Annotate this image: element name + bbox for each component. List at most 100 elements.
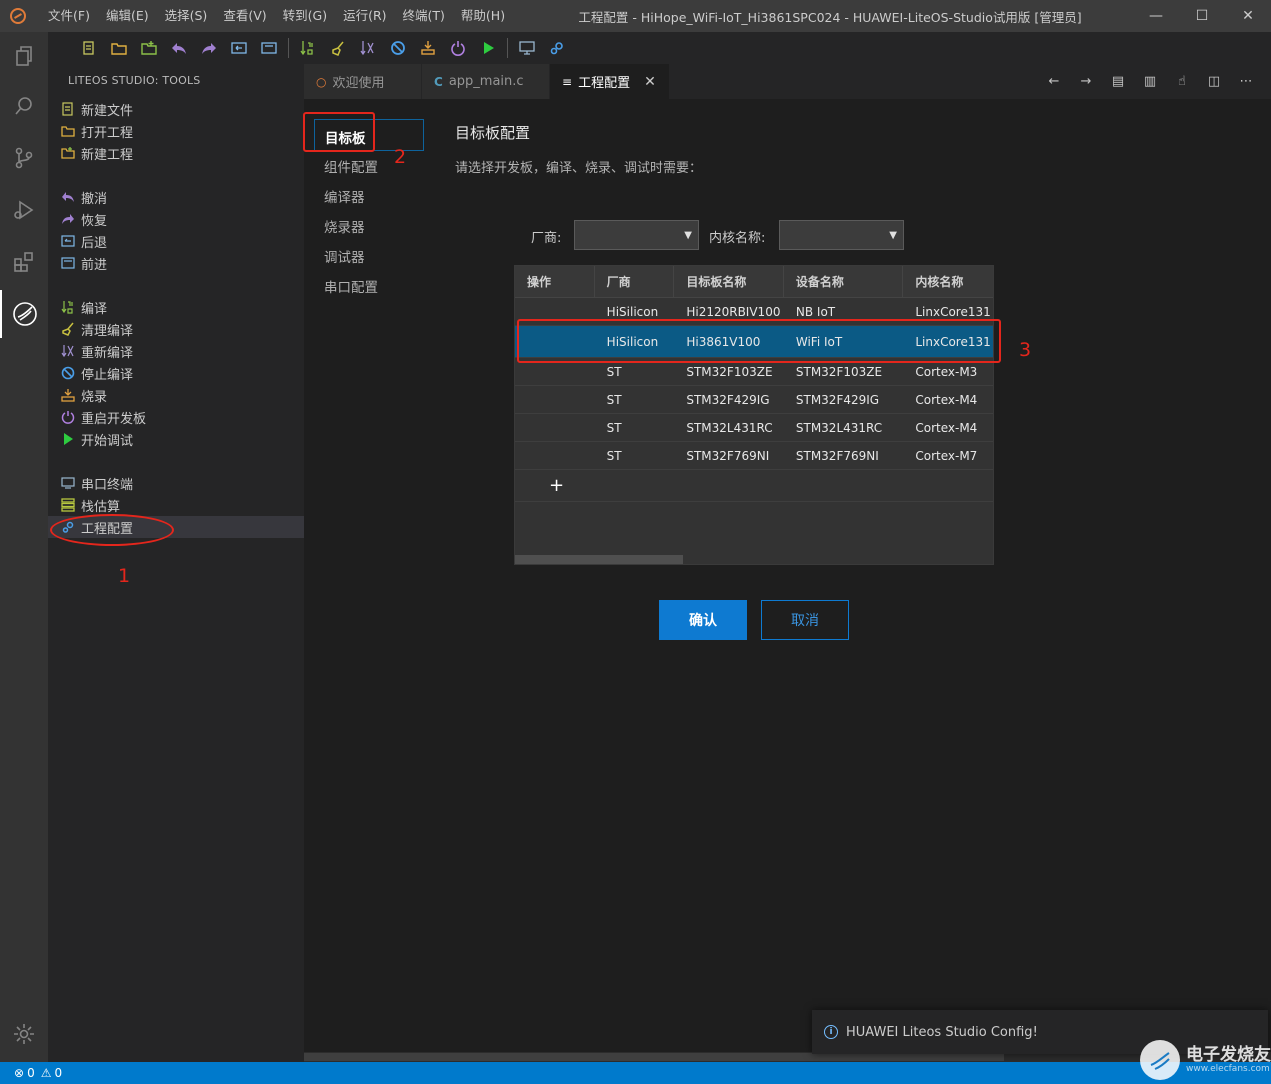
warning-count[interactable]: 0 [54, 1066, 62, 1080]
back-icon[interactable] [224, 34, 254, 62]
confirm-button[interactable]: 确认 [659, 600, 747, 640]
config-icon[interactable] [542, 34, 572, 62]
sidebar-item-forward[interactable]: 前进 [48, 252, 304, 274]
sidebar-item-label: 重新编译 [81, 345, 134, 361]
watermark-logo-icon [1140, 1040, 1180, 1080]
sidebar-item-rebuild[interactable]: 重新编译 [48, 340, 304, 362]
serial-terminal-icon[interactable] [512, 34, 542, 62]
book-icon[interactable]: ▥ [1137, 69, 1163, 95]
sidebar-item-clean[interactable]: 清理编译 [48, 318, 304, 340]
annotation-box-3 [517, 319, 1001, 363]
sidebar-item-stack-estimate[interactable]: 栈估算 [48, 494, 304, 516]
close-icon[interactable]: ✕ [644, 74, 656, 90]
table-row[interactable]: ST STM32F429IG STM32F429IG Cortex-M4 [515, 386, 993, 414]
menu-help[interactable]: 帮助(H) [453, 0, 513, 32]
config-nav-serial[interactable]: 串口配置 [324, 276, 378, 296]
menu-terminal[interactable]: 终端(T) [395, 0, 453, 32]
menu-run[interactable]: 运行(R) [335, 0, 394, 32]
notification-text: HUAWEI Liteos Studio Config! [846, 1024, 1038, 1040]
window-title: 工程配置 - HiHope_WiFi-IoT_Hi3861SPC024 - HU… [578, 9, 1082, 25]
maximize-button[interactable]: ☐ [1179, 0, 1225, 32]
error-count[interactable]: 0 [27, 1066, 35, 1080]
menu-selection[interactable]: 选择(S) [157, 0, 216, 32]
scrollbar-thumb[interactable] [304, 1053, 1004, 1061]
config-nav-components[interactable]: 组件配置 [324, 156, 378, 176]
power-icon[interactable] [443, 34, 473, 62]
extensions-icon[interactable] [0, 238, 48, 286]
warning-icon[interactable]: ⚠ [41, 1066, 52, 1080]
tab-app-main[interactable]: C app_main.c [422, 64, 550, 99]
rebuild-icon[interactable] [353, 34, 383, 62]
config-nav-compiler[interactable]: 编译器 [324, 186, 365, 206]
stop-icon[interactable] [383, 34, 413, 62]
close-window-button[interactable]: ✕ [1225, 0, 1271, 32]
minimize-button[interactable]: — [1133, 0, 1179, 32]
run-debug-icon[interactable] [0, 186, 48, 234]
sidebar-item-back[interactable]: 后退 [48, 230, 304, 252]
sidebar-item-open-project[interactable]: 打开工程 [48, 120, 304, 142]
sidebar-item-restart-board[interactable]: 重启开发板 [48, 406, 304, 428]
more-actions-icon[interactable]: ⋯ [1233, 69, 1259, 95]
table-cell: Cortex-M4 [915, 392, 978, 407]
sidebar-item-start-debug[interactable]: 开始调试 [48, 428, 304, 450]
sidebar-item-serial-terminal[interactable]: 串口终端 [48, 472, 304, 494]
config-nav-burner[interactable]: 烧录器 [324, 216, 365, 236]
title-bar: 文件(F) 编辑(E) 选择(S) 查看(V) 转到(G) 运行(R) 终端(T… [0, 0, 1271, 32]
menu-file[interactable]: 文件(F) [40, 0, 98, 32]
play-icon[interactable] [473, 34, 503, 62]
add-row-button[interactable]: + [515, 470, 993, 502]
stack-icon [60, 497, 76, 513]
table-horizontal-scrollbar[interactable] [515, 555, 683, 564]
menu-edit[interactable]: 编辑(E) [98, 0, 157, 32]
touch-icon[interactable]: ☝ [1169, 69, 1195, 95]
tab-label: 欢迎使用 [332, 76, 385, 91]
rebuild-icon [60, 343, 76, 359]
preview-icon[interactable]: ▤ [1105, 69, 1131, 95]
clean-icon[interactable] [323, 34, 353, 62]
tab-project-config[interactable]: ≡ 工程配置 ✕ [550, 64, 670, 99]
vendor-select[interactable]: ▼ [574, 220, 699, 250]
forward-icon[interactable] [254, 34, 284, 62]
compile-icon[interactable] [293, 34, 323, 62]
list-icon: ≡ [562, 74, 573, 89]
sidebar-item-stop[interactable]: 停止编译 [48, 362, 304, 384]
open-project-icon[interactable] [104, 34, 134, 62]
menu-goto[interactable]: 转到(G) [275, 0, 335, 32]
tab-welcome[interactable]: ○ 欢迎使用 [304, 64, 422, 99]
redo-icon [60, 211, 76, 227]
undo-icon[interactable] [164, 34, 194, 62]
menu-view[interactable]: 查看(V) [215, 0, 274, 32]
new-file-icon[interactable] [74, 34, 104, 62]
sidebar-item-undo[interactable]: 撤消 [48, 186, 304, 208]
redo-icon[interactable] [194, 34, 224, 62]
source-control-icon[interactable] [0, 134, 48, 182]
sidebar-item-label: 编译 [81, 301, 108, 317]
table-cell: ST [606, 392, 622, 407]
core-select[interactable]: ▼ [779, 220, 904, 250]
arrow-right-icon[interactable]: → [1073, 69, 1099, 95]
config-nav-debugger[interactable]: 调试器 [324, 246, 365, 266]
power-icon [60, 409, 76, 425]
sidebar-item-new-file[interactable]: 新建文件 [48, 98, 304, 120]
liteos-icon: ○ [316, 74, 327, 89]
burn-icon [60, 387, 76, 403]
new-project-icon[interactable] [134, 34, 164, 62]
sidebar-item-compile[interactable]: 编译 [48, 296, 304, 318]
sidebar-item-new-project[interactable]: 新建工程 [48, 142, 304, 164]
cancel-button[interactable]: 取消 [761, 600, 849, 640]
arrow-left-icon[interactable]: ← [1041, 69, 1067, 95]
settings-gear-icon[interactable] [0, 1010, 48, 1058]
split-editor-icon[interactable]: ◫ [1201, 69, 1227, 95]
table-row[interactable]: ST STM32F769NI STM32F769NI Cortex-M7 [515, 442, 993, 470]
table-cell: STM32L431RC [686, 420, 773, 435]
burn-icon[interactable] [413, 34, 443, 62]
files-icon[interactable] [0, 32, 48, 80]
annotation-ellipse-1 [50, 514, 174, 546]
liteos-icon[interactable] [0, 290, 48, 338]
sidebar-item-redo[interactable]: 恢复 [48, 208, 304, 230]
search-icon[interactable] [0, 82, 48, 130]
table-row[interactable]: ST STM32L431RC STM32L431RC Cortex-M4 [515, 414, 993, 442]
error-icon[interactable]: ⊗ [14, 1066, 24, 1080]
sidebar-item-burn[interactable]: 烧录 [48, 384, 304, 406]
table-cell: STM32F769NI [686, 448, 770, 463]
